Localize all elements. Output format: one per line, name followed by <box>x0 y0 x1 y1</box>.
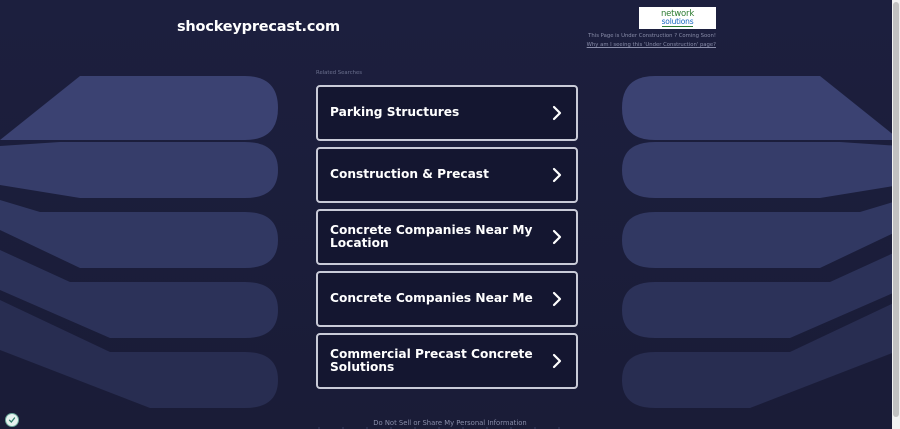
related-search-label: Parking Structures <box>330 105 460 120</box>
do-not-sell-link[interactable]: Do Not Sell or Share My Personal Informa… <box>0 419 900 427</box>
chevron-right-icon <box>550 289 564 309</box>
footer-divider <box>318 414 582 429</box>
chevron-right-icon <box>550 351 564 371</box>
related-search-commercial-precast-concrete-solutions[interactable]: Commercial Precast Concrete Solutions <box>316 333 578 389</box>
related-search-parking-structures[interactable]: Parking Structures <box>316 85 578 141</box>
parked-domain-page: shockeyprecast.com network solutions Thi… <box>0 0 900 429</box>
scrollbar-thumb[interactable] <box>893 2 899 417</box>
chevron-right-icon <box>550 103 564 123</box>
related-search-construction-precast[interactable]: Construction & Precast <box>316 147 578 203</box>
logo-line-2: solutions <box>661 16 694 27</box>
vertical-scrollbar[interactable] <box>892 0 900 429</box>
under-construction-text: This Page is Under Construction ? Coming… <box>588 33 716 39</box>
network-solutions-logo[interactable]: network solutions <box>639 7 716 29</box>
related-search-label: Concrete Companies Near Me <box>330 291 533 306</box>
related-search-label: Commercial Precast Concrete Solutions <box>330 346 533 374</box>
privacy-badge-icon[interactable] <box>5 413 19 427</box>
related-search-concrete-companies-near-me[interactable]: Concrete Companies Near Me <box>316 271 578 327</box>
related-searches-label: Related Searches <box>316 70 363 76</box>
chevron-right-icon <box>550 165 564 185</box>
why-seeing-page-link[interactable]: Why am I seeing this 'Under Construction… <box>587 42 716 48</box>
related-searches-list: Parking Structures Construction & Precas… <box>316 85 578 395</box>
site-domain-title: shockeyprecast.com <box>177 19 340 35</box>
related-search-concrete-companies-near-my-location[interactable]: Concrete Companies Near My Location <box>316 209 578 265</box>
decorative-shapes-left <box>0 0 290 429</box>
related-search-label: Concrete Companies Near My Location <box>330 222 533 250</box>
related-search-label: Construction & Precast <box>330 167 489 182</box>
decorative-shapes-right <box>610 0 900 429</box>
chevron-right-icon <box>550 227 564 247</box>
